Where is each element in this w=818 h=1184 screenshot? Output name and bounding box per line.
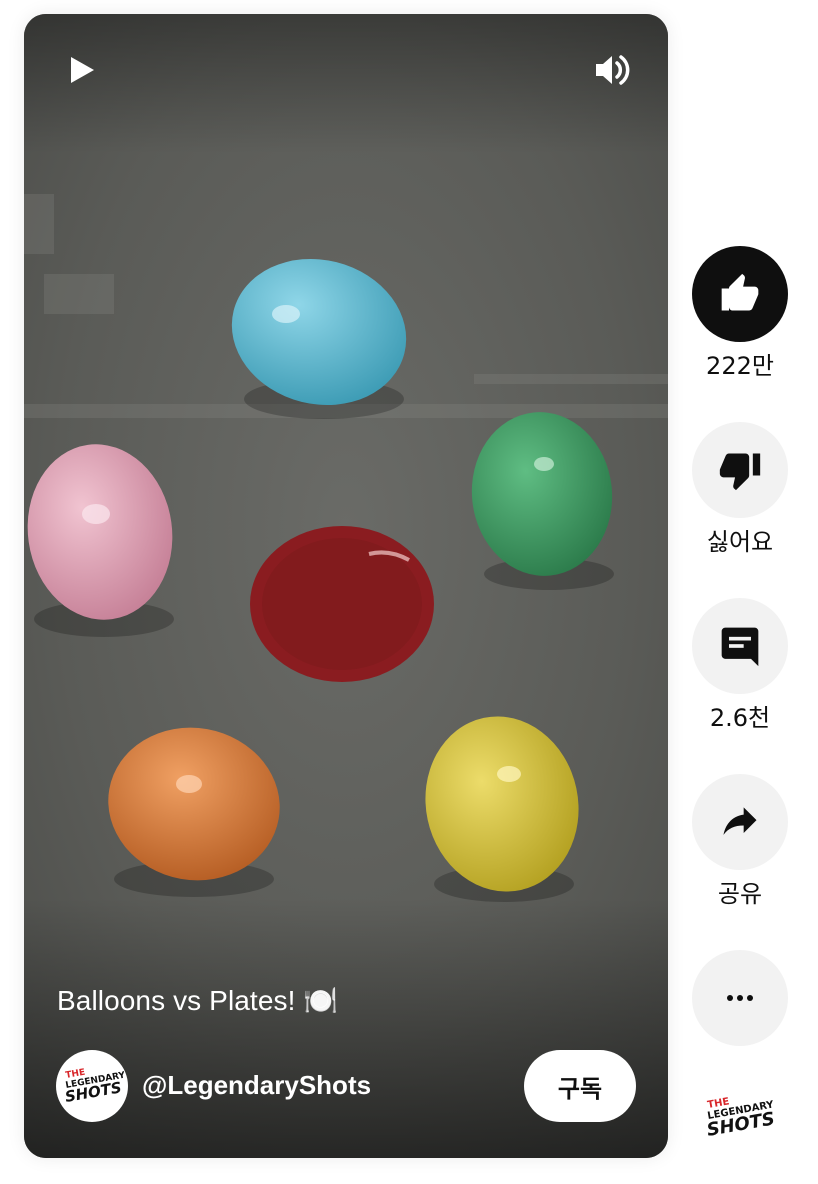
- channel-logo-image: THE LEGENDARY SHOTS: [705, 1096, 776, 1141]
- subscribe-button[interactable]: 구독: [524, 1050, 636, 1122]
- channel-row: THE LEGENDARY SHOTS @LegendaryShots 구독: [56, 1048, 636, 1122]
- volume-button[interactable]: [586, 44, 638, 96]
- thumbs-down-icon: [719, 453, 761, 491]
- like-button[interactable]: [692, 246, 788, 342]
- like-action: 222만: [692, 246, 788, 382]
- more-button[interactable]: [692, 950, 788, 1046]
- shorts-page: Balloons vs Plates! 🍽️ THE LEGENDARY SHO…: [0, 0, 818, 1184]
- volume-icon: [596, 55, 630, 85]
- video-title: Balloons vs Plates! 🍽️: [57, 985, 339, 1016]
- more-action: [692, 950, 788, 1046]
- channel-logo[interactable]: THE LEGENDARY SHOTS: [700, 1092, 780, 1142]
- comment-button[interactable]: [692, 598, 788, 694]
- play-button[interactable]: [56, 44, 108, 96]
- channel-handle[interactable]: @LegendaryShots: [142, 1070, 371, 1101]
- dislike-button[interactable]: [692, 422, 788, 518]
- comment-action: 2.6천: [692, 598, 788, 734]
- channel-avatar-logo: THE LEGENDARY SHOTS: [64, 1068, 124, 1106]
- share-label: 공유: [717, 880, 763, 908]
- share-button[interactable]: [692, 774, 788, 870]
- thumbs-up-icon: [721, 273, 759, 311]
- red-plate: [250, 526, 434, 682]
- comment-icon: [721, 627, 759, 667]
- dislike-label: 싫어요: [706, 528, 774, 556]
- comment-count: 2.6천: [709, 704, 771, 732]
- more-horizontal-icon: [727, 995, 753, 1001]
- like-count: 222만: [706, 352, 774, 380]
- share-icon: [723, 807, 757, 835]
- channel-avatar[interactable]: THE LEGENDARY SHOTS: [56, 1050, 128, 1122]
- play-icon: [71, 57, 94, 83]
- share-action: 공유: [692, 774, 788, 910]
- dislike-action: 싫어요: [692, 422, 788, 558]
